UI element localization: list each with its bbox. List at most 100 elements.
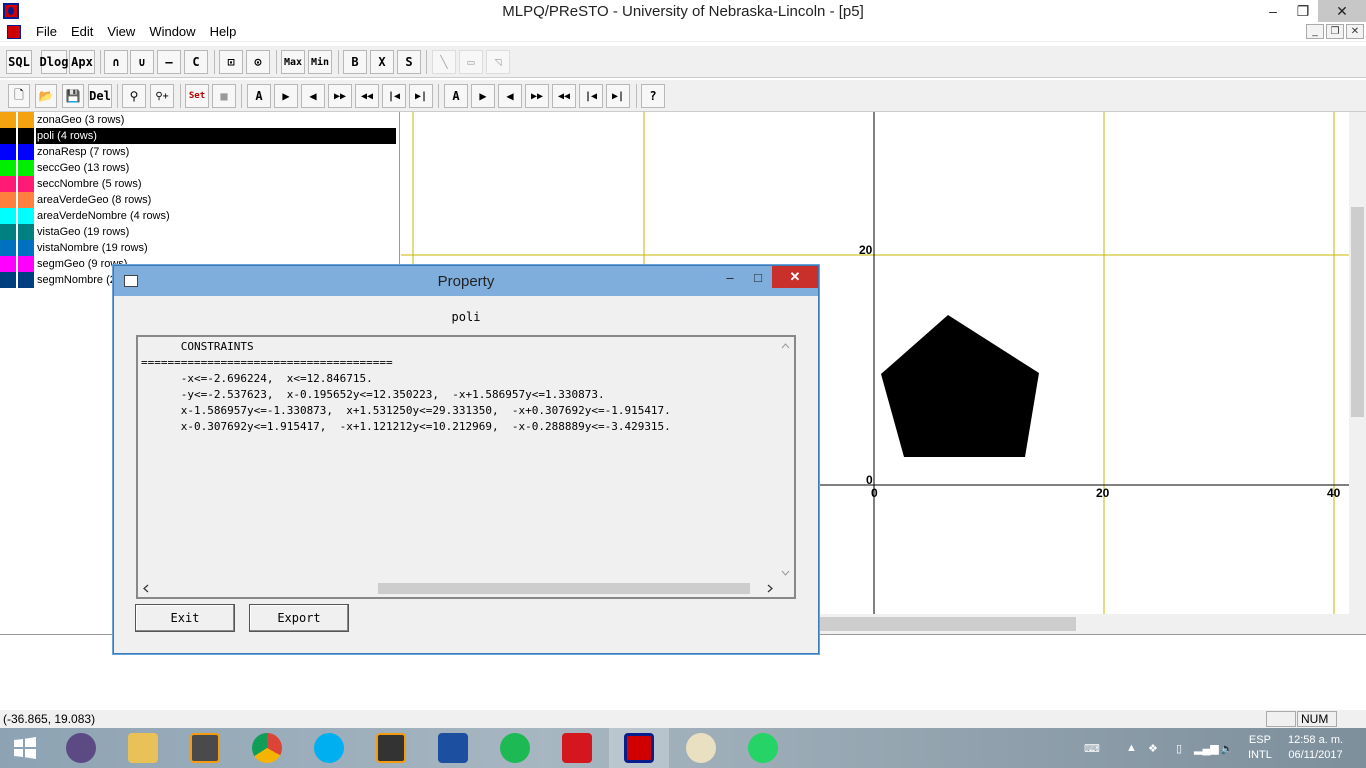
export-button[interactable]: Export [249,604,349,632]
layer-color-swatch[interactable] [0,224,16,240]
mdi-minimize-button[interactable]: _ [1306,24,1324,39]
app-logo-icon[interactable] [3,3,19,19]
line-tool-button[interactable]: ╲ [432,50,456,74]
scroll-thumb[interactable] [1351,207,1364,417]
taskbar-spotify-icon[interactable] [485,728,545,768]
language-indicator[interactable]: ESP INTL [1248,728,1272,768]
dialog-title-bar[interactable]: Property ‒ □ ✕ [114,266,818,296]
sql-button[interactable]: SQL [6,50,32,74]
layer-color-swatch[interactable] [18,112,34,128]
mdi-close-button[interactable]: ✕ [1346,24,1364,39]
x-button[interactable]: X [370,50,394,74]
layer-item[interactable]: areaVerdeNombre (4 rows) [0,208,396,224]
layer-color-swatch[interactable] [18,256,34,272]
save-icon[interactable]: 💾 [62,84,84,108]
scroll-thumb[interactable] [818,617,1076,631]
layer-color-swatch[interactable] [18,240,34,256]
dialog-close-button[interactable]: ✕ [772,266,818,288]
taskbar-sublime-icon[interactable] [175,728,235,768]
scroll-left-icon[interactable] [143,584,149,593]
restore-button[interactable]: ❐ [1288,0,1318,22]
first-frame-icon[interactable]: |◀ [382,84,406,108]
delete-button[interactable]: Del [88,84,112,108]
scroll-thumb[interactable] [378,583,750,594]
layer-color-swatch[interactable] [18,192,34,208]
dialog-maximize-button[interactable]: □ [744,266,772,288]
approx-button[interactable]: Apx [69,50,95,74]
start-button[interactable] [0,728,50,768]
textbox-horizontal-scrollbar[interactable] [138,580,779,597]
set-color-button[interactable]: Set [185,84,209,108]
taskbar-msvc-icon[interactable] [361,728,421,768]
layer-item[interactable]: vistaGeo (19 rows) [0,224,396,240]
layer-color-swatch[interactable] [18,160,34,176]
new-file-icon[interactable]: 🗋 [8,84,30,108]
layer-item[interactable]: seccNombre (5 rows) [0,176,396,192]
buffer-button[interactable]: ⊡ [219,50,243,74]
layer-color-swatch[interactable] [18,272,34,288]
constraints-textbox[interactable]: CONSTRAINTS ============================… [136,335,796,599]
keyboard-icon[interactable]: ⌨ [1084,728,1100,768]
taskbar-github-icon[interactable] [51,728,111,768]
layer-color-swatch[interactable] [0,240,16,256]
layer-item[interactable]: seccGeo (13 rows) [0,160,396,176]
layer-color-swatch[interactable] [0,128,16,144]
layer-color-swatch[interactable] [18,176,34,192]
menu-help[interactable]: Help [203,24,244,39]
taskbar-acrobat-icon[interactable] [547,728,607,768]
layer-color-swatch[interactable] [18,144,34,160]
layer-color-swatch[interactable] [18,208,34,224]
layer-color-swatch[interactable] [0,192,16,208]
zoom-out-icon[interactable]: ⚲ [122,84,146,108]
layer-item-selected[interactable]: poli (4 rows) [0,128,396,144]
layer-color-swatch[interactable] [0,208,16,224]
polygon-tool-button[interactable]: ◹ [486,50,510,74]
rewind-icon[interactable]: ◀◀ [355,84,379,108]
rect-tool-button[interactable]: ▭ [459,50,483,74]
clock[interactable]: 12:58 a. m. 06/11/2017 [1288,728,1343,768]
min-button[interactable]: Min [308,50,332,74]
menu-edit[interactable]: Edit [64,24,100,39]
fill-color-icon[interactable]: ■ [212,84,236,108]
taskbar-mlpq-icon[interactable] [609,728,669,768]
taskbar-chrome-icon[interactable] [237,728,297,768]
scroll-right-icon[interactable] [767,584,773,593]
dropbox-icon[interactable]: ❖ [1148,728,1158,768]
reverse-fast-forward-icon[interactable]: ▶▶ [525,84,549,108]
b-button[interactable]: B [343,50,367,74]
poli-polygon[interactable] [881,315,1039,457]
reverse-play-icon[interactable]: ▶ [471,84,495,108]
difference-button[interactable]: — [157,50,181,74]
menu-window[interactable]: Window [142,24,202,39]
mdi-restore-button[interactable]: ❐ [1326,24,1344,39]
tray-expand-icon[interactable]: ▲ [1126,728,1137,768]
help-icon[interactable]: ? [641,84,665,108]
layer-color-swatch[interactable] [0,160,16,176]
s-button[interactable]: S [397,50,421,74]
circle-button[interactable]: ⊙ [246,50,270,74]
layer-color-swatch[interactable] [0,256,16,272]
taskbar-paint-icon[interactable] [671,728,731,768]
reverse-first-icon[interactable]: |◀ [579,84,603,108]
fast-forward-icon[interactable]: ▶▶ [328,84,352,108]
taskbar-devcpp-icon[interactable] [423,728,483,768]
network-icon[interactable]: ▂▄▆ [1194,728,1219,768]
reverse-last-icon[interactable]: ▶| [606,84,630,108]
taskbar-skype-icon[interactable] [299,728,359,768]
volume-icon[interactable]: 🔈 [1220,728,1234,768]
dialog-minimize-button[interactable]: ‒ [716,266,744,288]
layer-item[interactable]: areaVerdeGeo (8 rows) [0,192,396,208]
layer-color-swatch[interactable] [18,224,34,240]
complement-button[interactable]: C [184,50,208,74]
layer-color-swatch[interactable] [0,112,16,128]
datalog-button[interactable]: Dlog [40,50,68,74]
taskbar-whatsapp-icon[interactable] [733,728,793,768]
scroll-down-icon[interactable] [781,570,790,576]
layer-item[interactable]: zonaResp (7 rows) [0,144,396,160]
layer-color-swatch[interactable] [0,176,16,192]
last-frame-icon[interactable]: ▶| [409,84,433,108]
canvas-vertical-scrollbar[interactable] [1349,112,1366,614]
layer-color-swatch[interactable] [0,144,16,160]
scroll-up-icon[interactable] [781,343,790,349]
layer-item[interactable]: zonaGeo (3 rows) [0,112,396,128]
